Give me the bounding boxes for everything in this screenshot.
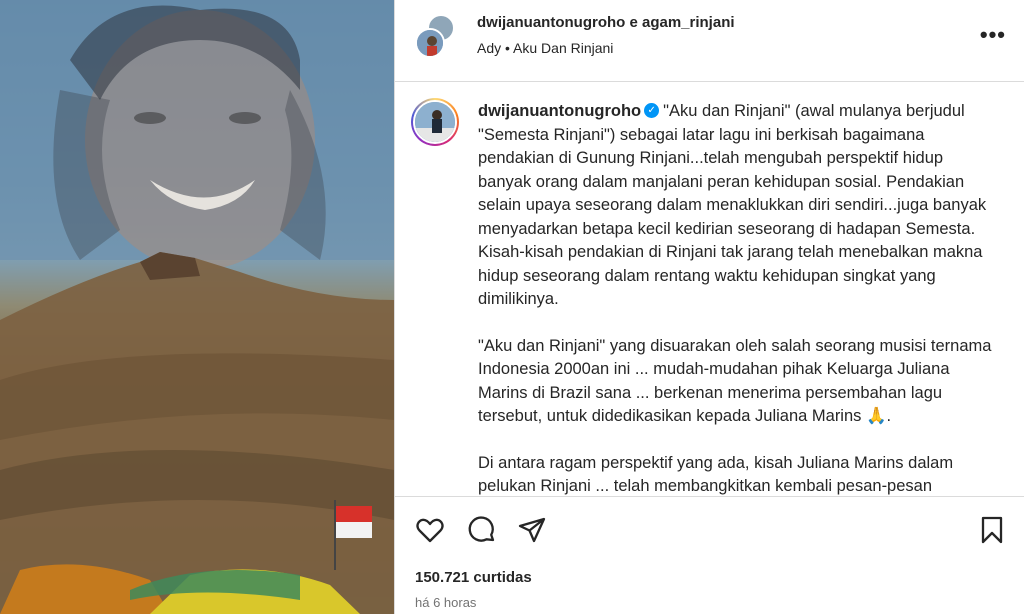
caption-section: dwijanuantonugroho ✓ "Aku dan Rinjani" (aw… xyxy=(395,82,1024,496)
avatar[interactable] xyxy=(415,28,445,58)
collab-avatars[interactable] xyxy=(415,14,457,58)
mountain-selfie-photo xyxy=(0,0,394,614)
post-timestamp[interactable]: há 6 horas xyxy=(415,595,476,610)
profile-photo xyxy=(413,100,457,144)
caption-body-1: "Aku dan Rinjani" (awal mulanya berjudul… xyxy=(478,102,987,308)
like-count[interactable]: 150.721 curtidas xyxy=(415,569,532,586)
post-audio-subtitle[interactable]: Ady • Aku Dan Rinjani xyxy=(477,40,613,56)
heart-icon[interactable] xyxy=(415,515,445,545)
profile-photo-icon xyxy=(417,30,443,56)
post-header: dwijanuantonugroho e agam_rinjani Ady • … xyxy=(395,0,1024,82)
post-details-panel: dwijanuantonugroho e agam_rinjani Ady • … xyxy=(395,0,1024,614)
comment-icon[interactable] xyxy=(467,515,497,545)
share-icon[interactable] xyxy=(517,515,547,545)
caption-paragraph-2: "Aku dan Rinjani" yang disuarakan oleh s… xyxy=(478,336,992,426)
verified-badge-icon: ✓ xyxy=(644,103,660,119)
avatar[interactable] xyxy=(411,98,459,146)
caption-text: dwijanuantonugroho ✓ "Aku dan Rinjani" (aw… xyxy=(478,100,998,496)
post-media-image[interactable] xyxy=(0,0,394,614)
profile-photo-icon xyxy=(415,102,455,142)
caption-username[interactable]: dwijanuantonugroho xyxy=(478,102,641,120)
action-bar: 150.721 curtidas há 6 horas xyxy=(395,496,1024,614)
caption-paragraph-3: Di antara ragam perspektif yang ada, kis… xyxy=(478,453,954,496)
more-options-icon[interactable]: ••• xyxy=(980,22,1006,48)
bookmark-icon[interactable] xyxy=(977,515,1007,545)
post-authors[interactable]: dwijanuantonugroho e agam_rinjani xyxy=(477,14,735,31)
caption-paragraph-1: dwijanuantonugroho ✓ "Aku dan Rinjani" (aw… xyxy=(478,100,998,312)
